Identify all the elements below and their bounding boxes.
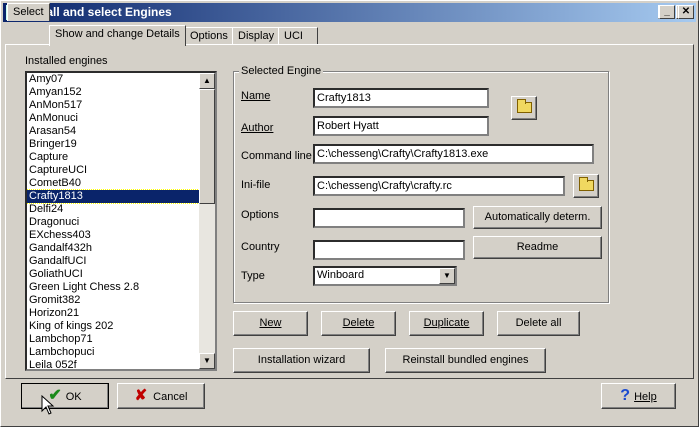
- scroll-up-icon[interactable]: ▲: [199, 73, 215, 89]
- tab-select[interactable]: Select: [7, 3, 50, 21]
- list-item[interactable]: CaptureUCI: [27, 164, 199, 177]
- help-button[interactable]: ? Help: [601, 383, 676, 409]
- options-field[interactable]: [313, 208, 465, 228]
- command-line-label: Command line: [241, 150, 312, 162]
- duplicate-button[interactable]: Duplicate: [409, 311, 484, 336]
- command-line-field[interactable]: C:\chesseng\Crafty\Crafty1813.exe: [313, 144, 594, 164]
- tab-show-and-change-details[interactable]: Show and change Details: [49, 25, 186, 46]
- list-item[interactable]: Green Light Chess 2.8: [27, 281, 199, 294]
- minimize-icon[interactable]: _: [659, 5, 675, 19]
- chevron-down-icon[interactable]: ▼: [439, 268, 455, 284]
- list-scrollbar[interactable]: ▲ ▼: [199, 73, 215, 369]
- list-item[interactable]: AnMon517: [27, 99, 199, 112]
- list-item[interactable]: Capture: [27, 151, 199, 164]
- question-mark-icon: ?: [620, 387, 631, 404]
- delete-all-button[interactable]: Delete all: [497, 311, 580, 336]
- author-field[interactable]: Robert Hyatt: [313, 116, 489, 136]
- installed-engines-list[interactable]: Amy07 Amyan152 AnMon517 AnMonuci Arasan54 Bri…: [25, 71, 217, 371]
- type-select-value: Winboard: [317, 269, 365, 281]
- readme-button[interactable]: Readme: [473, 236, 602, 259]
- ini-file-field[interactable]: C:\chesseng\Crafty\crafty.rc: [313, 176, 565, 196]
- tab-display[interactable]: Display: [232, 27, 281, 45]
- name-field[interactable]: Crafty1813: [313, 88, 489, 108]
- browse-engine-button[interactable]: [511, 96, 537, 120]
- list-item[interactable]: Gromit382: [27, 294, 199, 307]
- options-label: Options: [241, 209, 279, 221]
- selected-engine-title: Selected Engine: [239, 65, 324, 77]
- ok-button[interactable]: ✔ OK: [21, 383, 109, 409]
- list-item[interactable]: Bringer19: [27, 138, 199, 151]
- list-item[interactable]: Arasan54: [27, 125, 199, 138]
- list-item[interactable]: Leila 052f: [27, 359, 199, 369]
- folder-open-icon: [516, 99, 532, 113]
- installation-wizard-button[interactable]: Installation wizard: [233, 348, 370, 373]
- new-button[interactable]: New: [233, 311, 308, 336]
- cancel-x-icon: ✘: [134, 387, 148, 404]
- installed-engines-label: Installed engines: [25, 55, 108, 67]
- list-item[interactable]: Gandalf432h: [27, 242, 199, 255]
- cancel-button[interactable]: ✘ Cancel: [117, 383, 205, 409]
- list-item[interactable]: Amy07: [27, 73, 199, 86]
- automatically-determine-button[interactable]: Automatically determ.: [473, 206, 602, 229]
- list-item[interactable]: King of kings 202: [27, 320, 199, 333]
- browse-ini-button[interactable]: [573, 174, 599, 198]
- scroll-thumb[interactable]: [199, 89, 215, 204]
- author-label: Author: [241, 122, 274, 134]
- title-bar[interactable]: ♞ Install and select Engines _ _ □: [3, 3, 696, 22]
- folder-open-icon: [578, 177, 594, 191]
- engine-list-items: Amy07 Amyan152 AnMon517 AnMonuci Arasan54 Bri…: [27, 73, 200, 369]
- tab-options[interactable]: Options: [184, 27, 234, 45]
- ini-file-label: Ini-file: [241, 179, 271, 191]
- list-item[interactable]: Crafty1813: [27, 189, 200, 204]
- scroll-down-icon[interactable]: ▼: [199, 353, 215, 369]
- list-item[interactable]: Lambchopuci: [27, 346, 199, 359]
- type-label: Type: [241, 270, 265, 282]
- mouse-cursor-icon: [41, 395, 55, 415]
- type-select[interactable]: Winboard ▼: [313, 266, 457, 286]
- list-item[interactable]: Horizon21: [27, 307, 199, 320]
- list-item[interactable]: GandalfUCI: [27, 255, 199, 268]
- reinstall-bundled-engines-button[interactable]: Reinstall bundled engines: [385, 348, 546, 373]
- list-item[interactable]: EXchess403: [27, 229, 199, 242]
- dialog-window: ♞ Install and select Engines _ _ □ ✕ Sel…: [0, 0, 699, 427]
- list-item[interactable]: Lambchop71: [27, 333, 199, 346]
- close-button[interactable]: ✕: [678, 5, 694, 19]
- list-item[interactable]: CometB40: [27, 177, 199, 190]
- country-label: Country: [241, 241, 280, 253]
- delete-button[interactable]: Delete: [321, 311, 396, 336]
- list-item[interactable]: AnMonuci: [27, 112, 199, 125]
- list-item[interactable]: GoliathUCI: [27, 268, 199, 281]
- list-item[interactable]: Amyan152: [27, 86, 199, 99]
- list-item[interactable]: Delfi24: [27, 203, 199, 216]
- tab-uci[interactable]: UCI: [278, 27, 318, 45]
- name-label: Name: [241, 90, 271, 102]
- list-item[interactable]: Dragonuci: [27, 216, 199, 229]
- country-field[interactable]: [313, 240, 465, 260]
